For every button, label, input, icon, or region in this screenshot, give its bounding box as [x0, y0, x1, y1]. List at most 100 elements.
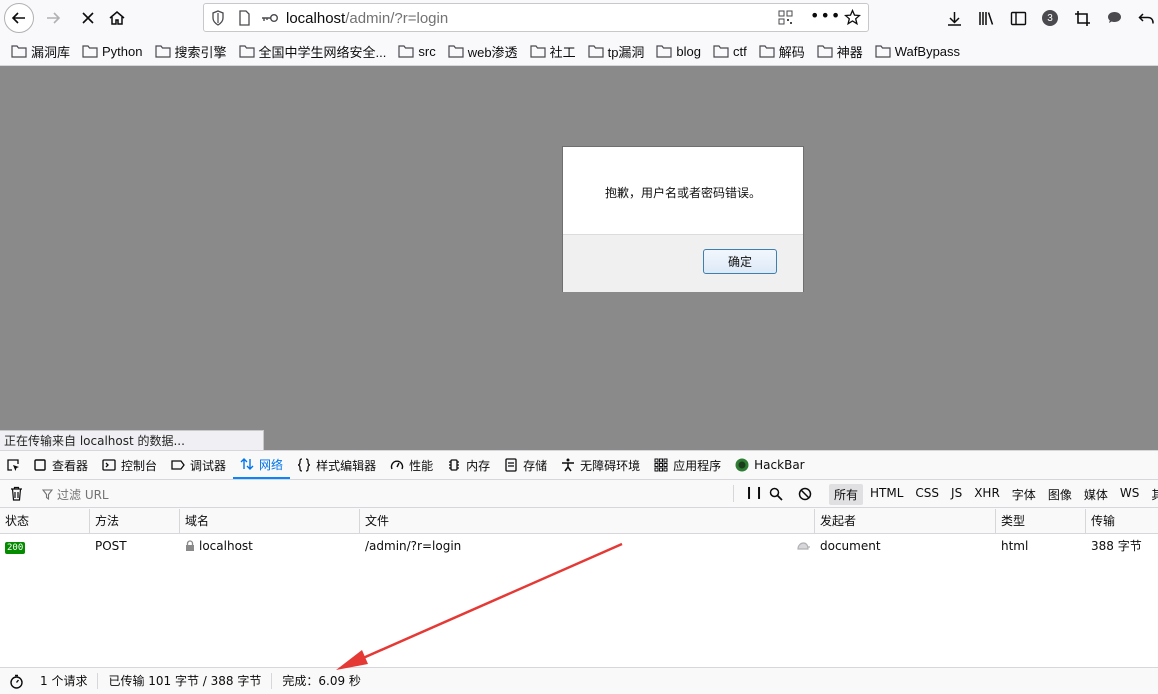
page-content-overlay: 抱歉，用户名或者密码错误。 确定 正在传输来自 localhost 的数据...	[0, 66, 1158, 451]
request-count: 1 个请求	[30, 673, 99, 689]
bookmark-folder[interactable]: 神器	[817, 42, 863, 61]
filter-images[interactable]: 图像	[1043, 484, 1077, 505]
column-status[interactable]: 状态	[0, 509, 90, 533]
ok-button[interactable]: 确定	[703, 249, 777, 274]
bookmark-label: Python	[102, 43, 143, 59]
sidebar-button[interactable]	[1007, 7, 1029, 29]
downloads-button[interactable]	[943, 7, 965, 29]
network-summary-bar: 1 个请求 已传输 101 字节 / 388 字节 完成：6.09 秒	[0, 667, 1158, 694]
column-transferred[interactable]: 传输	[1086, 509, 1158, 533]
tab-style-editor[interactable]: 样式编辑器	[290, 451, 383, 479]
tab-console[interactable]: 控制台	[95, 451, 164, 479]
finish-time: 完成：6.09 秒	[282, 674, 361, 688]
shield-icon[interactable]	[211, 10, 225, 26]
bookmark-folder[interactable]: web渗透	[448, 42, 518, 61]
block-icon[interactable]	[798, 487, 812, 501]
bookmark-label: 社工	[549, 44, 576, 60]
library-button[interactable]	[975, 7, 997, 29]
bookmark-folder[interactable]: WafBypass	[875, 44, 960, 59]
column-file[interactable]: 文件	[360, 509, 815, 533]
tab-label: 样式编辑器	[316, 458, 377, 473]
back-button[interactable]	[4, 3, 34, 33]
filter-html[interactable]: HTML	[865, 484, 908, 505]
undo-button[interactable]	[1135, 7, 1157, 29]
bookmark-label: 漏洞库	[31, 44, 71, 60]
star-icon[interactable]	[844, 9, 861, 26]
tab-label: 网络	[259, 457, 284, 472]
home-button[interactable]	[102, 3, 132, 33]
library-icon	[978, 11, 993, 25]
column-initiator[interactable]: 发起者	[815, 509, 996, 533]
bookmark-folder[interactable]: 全国中学生网络安全...	[238, 42, 387, 61]
stopwatch-icon[interactable]	[9, 674, 24, 689]
tab-inspector[interactable]: 查看器	[26, 451, 95, 479]
forward-button[interactable]	[38, 3, 68, 33]
element-picker-button[interactable]	[0, 451, 26, 479]
bookmark-folder[interactable]: 解码	[759, 42, 805, 61]
bookmark-folder[interactable]: Python	[82, 43, 143, 59]
bookmark-label: tp漏洞	[607, 44, 645, 60]
element-picker-icon	[7, 459, 19, 471]
filter-other[interactable]: 其	[1146, 484, 1158, 505]
tab-label: 控制台	[121, 458, 158, 473]
tab-memory[interactable]: 内存	[440, 451, 497, 479]
qr-code-icon[interactable]	[778, 10, 793, 25]
filter-media[interactable]: 媒体	[1079, 484, 1113, 505]
bookmark-folder[interactable]: 漏洞库	[11, 42, 70, 61]
inspector-icon	[34, 459, 46, 471]
chat-button[interactable]	[1103, 7, 1125, 29]
filter-ws[interactable]: WS	[1115, 484, 1144, 505]
column-domain[interactable]: 域名	[180, 509, 360, 533]
folder-icon	[875, 45, 891, 58]
tab-storage[interactable]: 存储	[497, 451, 554, 479]
bookmark-folder[interactable]: src	[398, 44, 436, 59]
filter-all[interactable]: 所有	[829, 484, 864, 505]
filter-css[interactable]: CSS	[910, 484, 944, 505]
tab-accessibility[interactable]: 无障碍环境	[554, 451, 647, 479]
key-icon[interactable]	[261, 13, 279, 23]
tab-hackbar[interactable]: HackBar	[728, 451, 811, 479]
tab-debugger[interactable]: 调试器	[164, 451, 233, 479]
filter-icon	[42, 489, 53, 500]
cell-status: 200	[0, 534, 90, 558]
bookmark-folder[interactable]: ctf	[713, 44, 747, 59]
dialog-message: 抱歉，用户名或者密码错误。	[604, 186, 761, 200]
url-bar[interactable]: localhost/admin/?r=login •••	[203, 3, 869, 32]
bookmark-folder[interactable]: tp漏洞	[587, 42, 645, 61]
tab-label: 应用程序	[673, 458, 722, 473]
tab-performance[interactable]: 性能	[383, 451, 440, 479]
bookmark-folder[interactable]: 社工	[529, 42, 576, 61]
filter-xhr[interactable]: XHR	[969, 484, 1005, 505]
filter-js[interactable]: JS	[946, 484, 967, 505]
bookmark-folder[interactable]: 搜索引擎	[154, 42, 227, 61]
filter-url-input[interactable]: 过滤 URL	[42, 486, 109, 503]
bookmark-folder[interactable]: blog	[656, 44, 701, 59]
page-icon[interactable]	[238, 10, 251, 26]
lock-icon	[186, 540, 194, 551]
tab-network[interactable]: 网络	[233, 451, 291, 479]
filter-fonts[interactable]: 字体	[1007, 484, 1041, 505]
tab-application[interactable]: 应用程序	[647, 451, 728, 479]
folder-icon	[587, 45, 604, 58]
bookmark-label: 全国中学生网络安全...	[258, 44, 387, 60]
screenshot-button[interactable]	[1071, 7, 1093, 29]
trash-icon[interactable]	[10, 486, 23, 501]
notification-button[interactable]: 3	[1039, 7, 1061, 29]
folder-icon	[238, 45, 255, 58]
tab-label: 存储	[523, 458, 548, 473]
gauge-icon	[390, 460, 404, 470]
column-type[interactable]: 类型	[996, 509, 1086, 533]
hackbar-logo-icon	[735, 458, 749, 472]
alert-dialog: 抱歉，用户名或者密码错误。 确定	[562, 146, 804, 292]
request-list-empty-area	[0, 558, 1158, 667]
bookmark-label: 搜索引擎	[174, 44, 227, 60]
search-icon[interactable]	[769, 487, 783, 501]
console-icon	[102, 459, 116, 471]
more-actions-icon[interactable]: •••	[810, 6, 841, 25]
url-text[interactable]: localhost/admin/?r=login	[286, 10, 448, 27]
column-method[interactable]: 方法	[90, 509, 180, 533]
table-row[interactable]: 200 POST localhost /admin/?r=login docum…	[0, 534, 1158, 558]
pause-button[interactable]: ❙❙	[744, 485, 764, 499]
stop-button[interactable]	[73, 3, 103, 33]
bookmark-label: 神器	[836, 44, 863, 60]
